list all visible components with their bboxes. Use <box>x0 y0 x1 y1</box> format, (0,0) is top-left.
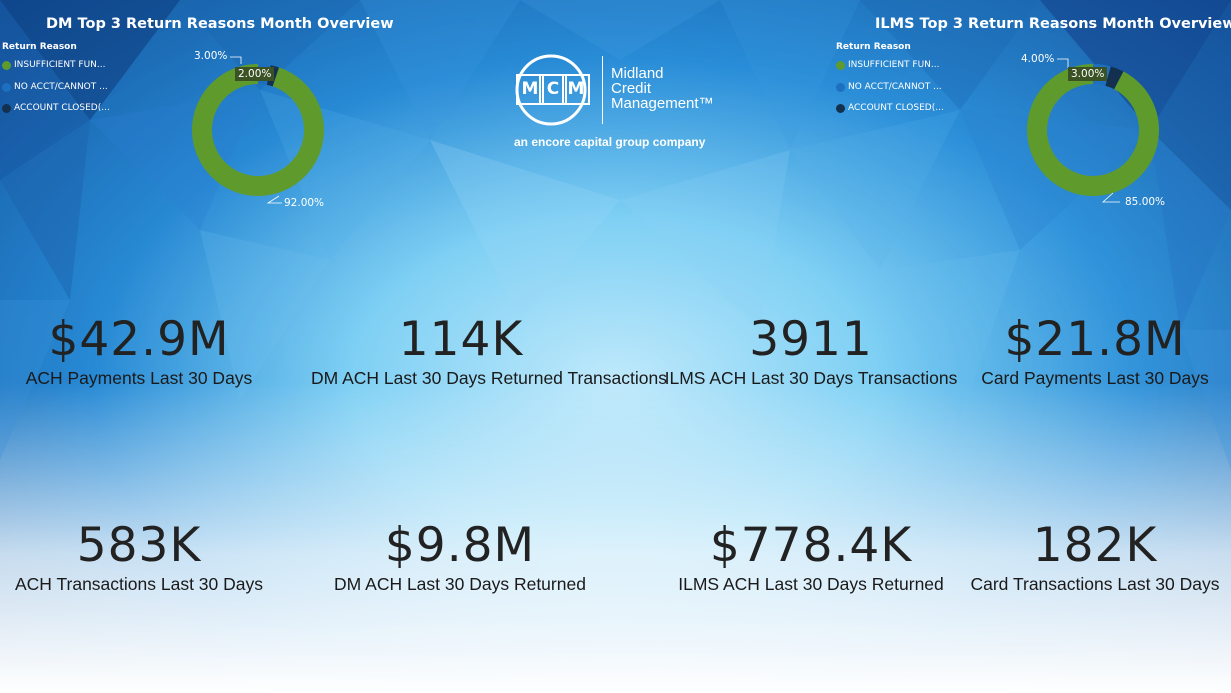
dm-label-no-account: 3.00% <box>194 50 228 62</box>
ilms-donut-chart[interactable] <box>1025 62 1161 198</box>
ilms-legend-title: Return Reason <box>836 42 911 52</box>
kpi-ilms-ach-transactions[interactable]: 3911 ILMS ACH Last 30 Days Transactions <box>661 313 961 389</box>
kpi-label: ACH Transactions Last 30 Days <box>14 574 264 594</box>
legend-label: INSUFFICIENT FUN... <box>848 60 940 70</box>
ilms-label-account-closed: 3.00% <box>1068 67 1108 81</box>
dm-legend-account-closed[interactable]: ACCOUNT CLOSED(... <box>2 103 110 113</box>
dm-legend-title: Return Reason <box>2 42 77 52</box>
kpi-label: Card Transactions Last 30 Days <box>970 574 1220 594</box>
kpi-value: 583K <box>76 518 202 573</box>
logo-divider <box>602 56 603 124</box>
legend-label: NO ACCT/CANNOT ... <box>14 82 108 92</box>
kpi-value: $9.8M <box>384 518 536 573</box>
kpi-dm-ach-returned-transactions[interactable]: 114K DM ACH Last 30 Days Returned Transa… <box>311 312 667 389</box>
dm-label-account-closed: 2.00% <box>235 67 275 81</box>
legend-label: INSUFFICIENT FUN... <box>14 60 106 70</box>
legend-marker-icon <box>836 60 845 70</box>
logo-letter-m2: M <box>562 74 590 105</box>
legend-label: NO ACCT/CANNOT ... <box>848 82 942 92</box>
dm-label-insufficient-funds: 92.00% <box>284 197 325 209</box>
kpi-label: ILMS ACH Last 30 Days Transactions <box>664 368 958 388</box>
legend-marker-icon <box>836 103 845 113</box>
kpi-ach-payments[interactable]: $42.9M ACH Payments Last 30 Days <box>0 313 289 389</box>
kpi-ach-transactions[interactable]: 583K ACH Transactions Last 30 Days <box>0 519 289 595</box>
ilms-label-no-account: 4.00% <box>1021 53 1055 65</box>
kpi-label: DM ACH Last 30 Days Returned Transaction… <box>311 368 667 388</box>
legend-marker-icon <box>836 82 845 92</box>
dm-legend-no-account[interactable]: NO ACCT/CANNOT ... <box>2 82 108 92</box>
logo-line-1: Midland <box>611 65 664 82</box>
logo-line-3: Management™ <box>611 95 714 112</box>
kpi-label: Card Payments Last 30 Days <box>981 368 1209 388</box>
kpi-value: 3911 <box>749 312 873 367</box>
legend-label: ACCOUNT CLOSED(... <box>14 103 110 113</box>
legend-marker-icon <box>2 82 11 92</box>
ilms-legend-insufficient-funds[interactable]: INSUFFICIENT FUN... <box>836 60 940 70</box>
kpi-label: ILMS ACH Last 30 Days Returned <box>678 574 944 594</box>
kpi-card-transactions[interactable]: 182K Card Transactions Last 30 Days <box>945 519 1231 595</box>
dm-chart-title: DM Top 3 Return Reasons Month Overview <box>46 16 394 32</box>
kpi-dm-ach-returned[interactable]: $9.8M DM ACH Last 30 Days Returned <box>310 519 610 595</box>
ilms-chart-title: ILMS Top 3 Return Reasons Month Overview <box>875 16 1231 32</box>
kpi-value: $42.9M <box>48 312 230 367</box>
ilms-legend-no-account[interactable]: NO ACCT/CANNOT ... <box>836 82 942 92</box>
legend-label: ACCOUNT CLOSED(... <box>848 103 944 113</box>
kpi-value: 114K <box>398 312 524 367</box>
kpi-value: 182K <box>1032 518 1158 573</box>
dm-donut-chart[interactable] <box>190 62 326 198</box>
dm-legend-insufficient-funds[interactable]: INSUFFICIENT FUN... <box>2 60 106 70</box>
kpi-label: DM ACH Last 30 Days Returned <box>334 574 586 594</box>
kpi-card-payments[interactable]: $21.8M Card Payments Last 30 Days <box>945 313 1231 389</box>
kpi-value: $21.8M <box>1004 312 1186 367</box>
kpi-ilms-ach-returned[interactable]: $778.4K ILMS ACH Last 30 Days Returned <box>661 519 961 595</box>
legend-marker-icon <box>2 60 11 70</box>
kpi-value: $778.4K <box>709 518 913 573</box>
legend-marker-icon <box>2 103 11 113</box>
ilms-legend-account-closed[interactable]: ACCOUNT CLOSED(... <box>836 103 944 113</box>
logo-tagline: an encore capital group company <box>514 135 706 149</box>
logo-line-2: Credit <box>611 80 652 97</box>
ilms-label-insufficient-funds: 85.00% <box>1125 196 1166 208</box>
mcm-logo: M C M Midland Credit Management™ an enco… <box>513 52 723 152</box>
kpi-label: ACH Payments Last 30 Days <box>25 368 253 388</box>
